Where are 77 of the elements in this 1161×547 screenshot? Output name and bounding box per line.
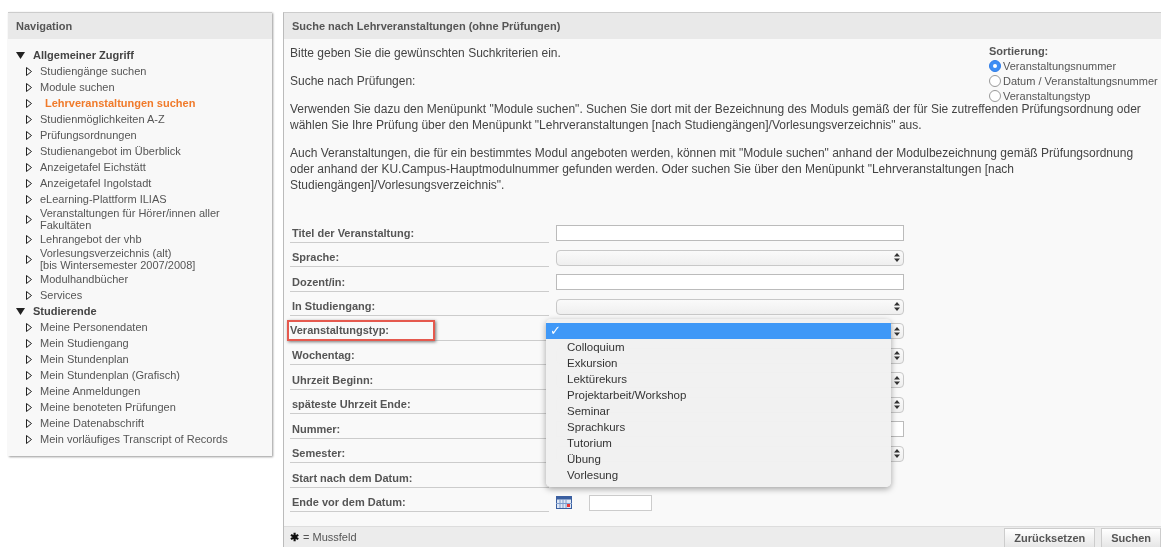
field-label: In Studiengang: xyxy=(291,299,377,314)
nav-link[interactable]: Module suchen xyxy=(40,81,115,93)
updown-arrow-icon xyxy=(894,449,900,459)
nav-link[interactable]: Mein vorläufiges Transcript of Records xyxy=(40,433,228,445)
sorting-title: Sortierung: xyxy=(989,45,1050,57)
field-label: Dozent/in: xyxy=(291,274,347,289)
panel-title: Navigation xyxy=(16,20,73,32)
required-note: = Mussfeld xyxy=(303,530,357,544)
updown-arrow-icon xyxy=(894,302,900,312)
info-paragraph: Bitte geben Sie die gewünschten Suchkriterien ein. xyxy=(290,45,561,61)
checkmark-icon: ✓ xyxy=(550,323,561,338)
select-field[interactable] xyxy=(556,298,904,315)
nav-link[interactable]: Meine Personendaten xyxy=(40,321,148,333)
panel-title: Suche nach Lehrveranstaltungen (ohne Prüfungen) xyxy=(292,20,561,32)
info-paragraph: Verwenden Sie dazu den Menüpunkt "Module suchen". Suchen Sie dort mit der Bezeichnung des Moduls gemäß der für Sie zutreffenden Prüfungsordnung oder wählen Sie Ihre Prüfung über den Menüpunkt "Lehrveranstaltungen [nach Studiengängen]/Vorlesungsverzeichnis" aus. xyxy=(290,102,1142,133)
radio-label[interactable]: Veranstaltungsnummer xyxy=(1003,60,1117,72)
highlighted-field-label: Veranstaltungstyp: xyxy=(287,320,436,342)
info-paragraph: Auch Veranstaltungen, die für ein bestimmtes Modul angeboten werden, können mit "Module suchen" anhand der Modulbezeichnung gemäß Prüfungsordnung oder anhand der KU.Campus-Hauptmodulnummer gefunden werden. Oder suchen Sie über den Menüpunkt "Lehrveranstaltungen [nach Studiengängen]/Vorlesungsverzeichnis". xyxy=(290,145,1135,193)
field-label: Wochentag: xyxy=(291,348,356,363)
field-label: Nummer: xyxy=(291,421,342,436)
nav-group-label[interactable]: Studierende xyxy=(33,305,97,317)
date-field[interactable] xyxy=(589,494,652,511)
text-field[interactable] xyxy=(556,274,904,291)
field-label: späteste Uhrzeit Ende: xyxy=(291,397,412,412)
dropdown-option[interactable]: Colloquium xyxy=(546,339,891,355)
nav-link[interactable]: Studienangebot im Überblick xyxy=(40,145,181,157)
updown-arrow-icon xyxy=(894,400,900,410)
search-button[interactable]: Suchen xyxy=(1101,528,1161,547)
radio-button[interactable] xyxy=(989,60,1001,72)
radio-label[interactable]: Datum / Veranstaltungsnummer xyxy=(1003,75,1158,87)
radio-label[interactable]: Veranstaltungstyp xyxy=(1003,90,1091,102)
nav-link[interactable]: Anzeigetafel Ingolstadt xyxy=(40,177,152,189)
updown-arrow-icon xyxy=(894,326,900,336)
nav-link[interactable]: Anzeigetafel Eichstätt xyxy=(40,161,146,173)
text-field[interactable] xyxy=(556,225,904,242)
nav-group-label[interactable]: Allgemeiner Zugriff xyxy=(33,49,134,61)
field-label: Ende vor dem Datum: xyxy=(291,495,407,510)
dropdown-option[interactable]: Seminar xyxy=(546,403,891,419)
reset-button[interactable]: Zurücksetzen xyxy=(1004,528,1096,547)
dropdown-option[interactable]: Tutorium xyxy=(546,435,891,451)
expanded-triangle-icon[interactable] xyxy=(16,307,25,315)
nav-link[interactable]: Vorlesungsverzeichnis (alt) [bis Wintersemester 2007/2008] xyxy=(40,247,196,271)
required-mark: ✱ xyxy=(290,530,299,544)
nav-link[interactable]: Lehrangebot der vhb xyxy=(40,233,142,245)
expanded-triangle-icon[interactable] xyxy=(16,51,25,59)
nav-link[interactable]: Mein Stundenplan xyxy=(40,353,129,365)
updown-arrow-icon xyxy=(894,351,900,361)
nav-link[interactable]: Services xyxy=(40,289,83,301)
nav-link[interactable]: Mein Studiengang xyxy=(40,337,129,349)
dropdown-option[interactable]: Vorlesung xyxy=(546,467,891,483)
dropdown-option[interactable]: Lektürekurs xyxy=(546,371,891,387)
dropdown-option[interactable]: Sprachkurs xyxy=(546,419,891,435)
field-label: Uhrzeit Beginn: xyxy=(291,372,375,387)
calendar-icon[interactable] xyxy=(556,496,572,510)
nav-link[interactable]: Veranstaltungen für Hörer/innen aller Fakultäten xyxy=(39,207,272,231)
dropdown-option[interactable]: Übung xyxy=(546,451,891,467)
nav-link[interactable]: Studienmöglichkeiten A-Z xyxy=(40,113,165,125)
select-field[interactable] xyxy=(556,249,904,266)
field-label: Sprache: xyxy=(291,250,341,265)
updown-arrow-icon xyxy=(894,253,900,263)
info-paragraph: Suche nach Prüfungen: xyxy=(290,73,416,89)
field-label: Start nach dem Datum: xyxy=(291,470,414,485)
radio-button[interactable] xyxy=(989,75,1001,87)
nav-link[interactable]: Meine Datenabschrift xyxy=(40,417,144,429)
nav-link[interactable]: Meine Anmeldungen xyxy=(40,385,141,397)
nav-link[interactable]: Meine benoteten Prüfungen xyxy=(40,401,176,413)
updown-arrow-icon xyxy=(894,375,900,385)
nav-link[interactable]: eLearning-Plattform ILIAS xyxy=(40,193,167,205)
nav-link[interactable]: Prüfungsordnungen xyxy=(40,129,137,141)
nav-link[interactable]: Modulhandbücher xyxy=(40,273,129,285)
field-label: Semester: xyxy=(291,446,347,461)
radio-button[interactable] xyxy=(989,90,1001,102)
dropdown-option[interactable]: Projektarbeit/Workshop xyxy=(546,387,891,403)
nav-link[interactable]: Studiengänge suchen xyxy=(40,65,147,77)
field-label: Titel der Veranstaltung: xyxy=(291,225,416,240)
dropdown-option[interactable]: Exkursion xyxy=(546,355,891,371)
nav-link[interactable]: Mein Stundenplan (Grafisch) xyxy=(40,369,180,381)
